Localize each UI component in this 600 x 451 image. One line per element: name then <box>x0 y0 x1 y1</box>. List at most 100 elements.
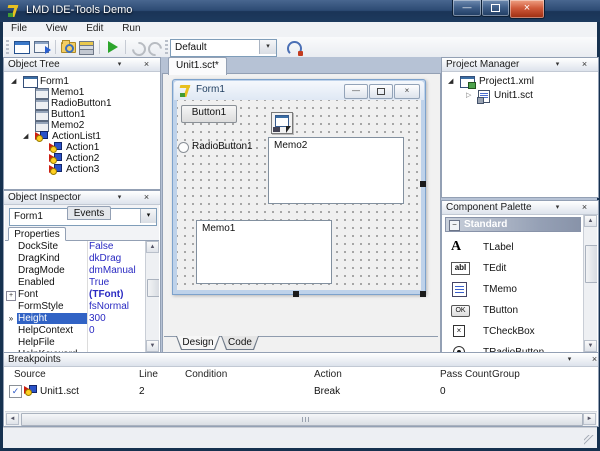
tedit-icon: abI <box>451 262 470 275</box>
designed-memo2[interactable]: Memo2 <box>268 137 404 204</box>
menu-file[interactable]: File <box>3 22 35 37</box>
category-standard[interactable]: − Standard <box>445 217 581 232</box>
breakpoint-checkbox[interactable]: ✓ <box>9 385 22 398</box>
close-icon[interactable]: × <box>141 192 152 203</box>
col-line[interactable]: Line <box>139 369 158 380</box>
save-all-button[interactable] <box>78 39 96 55</box>
tab-unit1[interactable]: Unit1.sct* <box>168 57 227 75</box>
close-icon[interactable]: × <box>579 59 590 70</box>
chevron-down-icon[interactable]: ▾ <box>552 59 563 70</box>
object-tree-panel: Object Tree ▾ × ◢ Form1 Memo1 RadioButto… <box>3 57 161 190</box>
scrollbar-thumb[interactable] <box>147 279 159 297</box>
form-maximize-button[interactable] <box>369 84 393 99</box>
view-windows-button[interactable] <box>33 39 51 55</box>
designed-form-client[interactable]: Button1 RadioButton1 Memo2 Memo1 <box>177 100 421 290</box>
resize-grip[interactable] <box>584 435 594 445</box>
designed-memo1[interactable]: Memo1 <box>196 220 332 284</box>
configure-profiles-button[interactable] <box>285 39 303 55</box>
title-bar[interactable]: LMD IDE-Tools Demo — × <box>0 0 600 22</box>
col-action[interactable]: Action <box>314 369 342 380</box>
palette-item-tedit[interactable]: abI TEdit <box>443 258 581 279</box>
palette-item-tcheckbox[interactable]: × TCheckBox <box>443 321 581 342</box>
scrollbar-thumb[interactable] <box>21 413 583 426</box>
breakpoint-pass-count: 0 <box>440 386 446 397</box>
run-button[interactable] <box>104 39 122 55</box>
col-pass-count[interactable]: Pass Count <box>440 369 492 380</box>
panel-title: Breakpoints <box>8 354 61 365</box>
breakpoints-hscrollbar[interactable]: ◄ ► <box>5 411 597 426</box>
object-inspector-header[interactable]: Object Inspector ▾ × <box>4 191 160 205</box>
maximize-icon <box>377 88 385 95</box>
scroll-up-icon[interactable]: ▲ <box>146 241 159 253</box>
form-minimize-button[interactable]: — <box>344 84 368 99</box>
menu-view[interactable]: View <box>38 22 76 37</box>
scroll-down-icon[interactable]: ▼ <box>146 340 159 352</box>
minimize-button[interactable]: — <box>452 0 482 17</box>
expand-icon[interactable]: ◢ <box>23 131 28 142</box>
tab-design[interactable]: Design <box>176 336 220 350</box>
toolbar: Default ▾ <box>3 37 597 58</box>
close-icon[interactable]: × <box>589 354 600 365</box>
menu-edit[interactable]: Edit <box>78 22 111 37</box>
designer-surface[interactable]: Form1 — × Button1 RadioButton1 <box>162 73 441 354</box>
component-palette-header[interactable]: Component Palette ▾ × <box>442 201 598 215</box>
expand-icon[interactable]: ▷ <box>466 90 471 101</box>
palette-item-tradiobutton[interactable]: TRadioButton <box>443 342 581 352</box>
maximize-button[interactable] <box>481 0 510 17</box>
form-close-button[interactable]: × <box>394 84 420 99</box>
resize-handle-right[interactable] <box>420 181 426 187</box>
palette-item-tmemo[interactable]: TMemo <box>443 279 581 300</box>
designed-radiobutton1[interactable]: RadioButton1 <box>178 141 268 153</box>
close-icon[interactable]: × <box>141 59 152 70</box>
close-button[interactable]: × <box>509 0 545 19</box>
chevron-down-icon[interactable]: ▾ <box>114 192 125 203</box>
resize-handle-corner[interactable] <box>420 291 426 297</box>
tab-events[interactable]: Events <box>67 206 111 220</box>
tbutton-icon: OK <box>451 305 470 317</box>
chevron-down-icon[interactable]: ▾ <box>140 209 156 223</box>
tab-properties[interactable]: Properties <box>8 227 66 241</box>
scroll-right-icon[interactable]: ► <box>583 413 596 425</box>
new-form-button[interactable] <box>13 39 31 55</box>
chevron-down-icon[interactable]: ▾ <box>564 354 575 365</box>
expand-plus-icon[interactable]: + <box>6 291 16 301</box>
col-source[interactable]: Source <box>14 369 46 380</box>
scrollbar-thumb[interactable] <box>585 245 597 283</box>
col-group[interactable]: Group <box>492 369 520 380</box>
expand-icon[interactable]: ◢ <box>11 76 16 87</box>
object-inspector-body: Form1 TForm ▾ Properties Events DockSite… <box>5 205 159 352</box>
palette-item-tbutton[interactable]: OK TButton <box>443 300 581 321</box>
designed-button1[interactable]: Button1 <box>181 105 237 123</box>
scroll-down-icon[interactable]: ▼ <box>584 340 597 352</box>
open-button[interactable] <box>60 39 78 55</box>
col-condition[interactable]: Condition <box>185 369 227 380</box>
expand-icon[interactable]: ◢ <box>448 76 453 87</box>
tab-code[interactable]: Code <box>221 336 259 350</box>
breakpoints-header[interactable]: Breakpoints ▾ × <box>4 353 598 367</box>
property-grid-scrollbar[interactable]: ▲ ▼ <box>145 241 159 352</box>
toolbar-gripper[interactable] <box>6 40 9 54</box>
menu-run[interactable]: Run <box>114 22 148 37</box>
resize-handle-bottom[interactable] <box>293 291 299 297</box>
palette-scrollbar[interactable]: ▲ ▼ <box>583 215 597 352</box>
close-icon[interactable]: × <box>579 202 590 213</box>
breakpoint-row[interactable]: ✓ Unit1.sct 2 Break 0 <box>5 384 597 398</box>
designed-actionlist-glyph[interactable] <box>271 112 293 134</box>
scroll-left-icon[interactable]: ◄ <box>6 413 19 425</box>
palette-item-tlabel[interactable]: A TLabel <box>443 237 581 258</box>
chevron-down-icon[interactable]: ▾ <box>114 59 125 70</box>
chevron-down-icon[interactable]: ▾ <box>552 202 563 213</box>
project-manager-header[interactable]: Project Manager ▾ × <box>442 58 598 72</box>
designed-form-titlebar[interactable]: Form1 — × <box>174 81 424 100</box>
lmd-logo-icon <box>179 84 193 98</box>
breakpoints-body: Source Line Condition Action Pass Count … <box>5 367 597 411</box>
panel-title: Component Palette <box>446 202 532 213</box>
selected-marker: » <box>5 313 17 325</box>
chevron-down-icon[interactable]: ▾ <box>259 40 276 54</box>
scroll-up-icon[interactable]: ▲ <box>584 215 597 227</box>
designed-form[interactable]: Form1 — × Button1 RadioButton1 <box>172 79 426 295</box>
object-tree-header[interactable]: Object Tree ▾ × <box>4 58 160 72</box>
profile-selector[interactable]: Default ▾ <box>170 39 277 57</box>
toolbar-gripper[interactable] <box>165 40 168 54</box>
collapse-minus-icon[interactable]: − <box>449 220 460 231</box>
